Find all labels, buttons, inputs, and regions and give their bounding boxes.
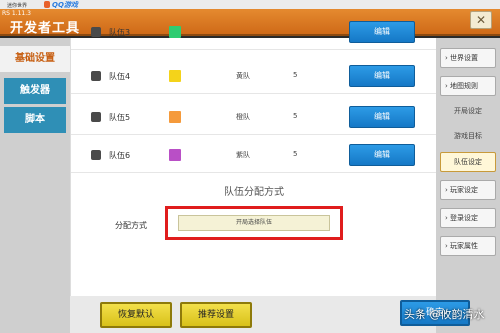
sidebar-item-scripts[interactable]: 脚本: [4, 107, 66, 133]
team-row: 队伍4 黄队 5 编辑: [71, 60, 437, 94]
nav-login-settings[interactable]: › 登录设定: [440, 208, 496, 228]
close-icon: ✕: [475, 13, 487, 27]
team-player-count: 5: [293, 71, 298, 79]
bottom-bar: 恢复默认 推荐设置: [70, 296, 436, 333]
nav-start-settings[interactable]: 开局设定: [440, 102, 496, 122]
right-nav: › 世界设置 › 地图规则 开局设定 游戏目标 队伍设定 › 玩家设定 › 登录…: [436, 38, 500, 333]
nav-game-goal[interactable]: 游戏目标: [440, 127, 496, 147]
team-row: 队伍6 紫队 5 编辑: [71, 139, 437, 173]
team-color-swatch: [169, 70, 181, 82]
nav-label: 世界设置: [450, 54, 479, 62]
team-settings-panel: 队伍3 编辑 队伍4 黄队 5 编辑 队伍5 橙队 5 编辑 队伍6 紫队 5 …: [70, 21, 437, 296]
host-bar: 迷你世界 QQ游戏: [0, 0, 500, 9]
nav-team-settings[interactable]: 队伍设定: [440, 152, 496, 172]
allocation-label: 分配方式: [115, 221, 147, 230]
left-sidebar: 基础设置 触发器 脚本: [0, 38, 70, 333]
watermark: 头条 @攸韵清水: [404, 308, 485, 321]
nav-player-settings[interactable]: › 玩家设定: [440, 180, 496, 200]
team-color-swatch: [169, 149, 181, 161]
team-player-count: 5: [293, 150, 298, 158]
team-checkbox[interactable]: [91, 150, 101, 160]
recommend-settings-button[interactable]: 推荐设置: [180, 302, 252, 328]
close-button[interactable]: ✕: [470, 11, 492, 29]
edit-button[interactable]: 编辑: [349, 144, 415, 166]
team-checkbox[interactable]: [91, 71, 101, 81]
team-row: 队伍5 橙队 5 编辑: [71, 101, 437, 135]
nav-map-rules[interactable]: › 地图规则: [440, 76, 496, 96]
nav-label: 玩家设定: [450, 186, 479, 194]
host-app-text: 迷你世界: [7, 3, 28, 9]
qq-game-icon: [44, 1, 50, 8]
window-title: 开发者工具: [10, 21, 81, 36]
restore-default-button[interactable]: 恢复默认: [100, 302, 172, 328]
section-title: 队伍分配方式: [224, 187, 284, 198]
team-color-name: 黄队: [236, 72, 250, 80]
team-color-name: 橙队: [236, 113, 250, 121]
highlight-box: 开局选择队伍: [165, 206, 343, 240]
team-player-count: 5: [293, 112, 298, 120]
sidebar-item-label: 触发器: [20, 85, 50, 96]
nav-world-settings[interactable]: › 世界设置: [440, 48, 496, 68]
team-checkbox[interactable]: [91, 27, 101, 37]
edit-button[interactable]: 编辑: [349, 21, 415, 43]
edit-button[interactable]: 编辑: [349, 65, 415, 87]
nav-player-attributes[interactable]: › 玩家属性: [440, 236, 496, 256]
team-color-swatch: [169, 26, 181, 38]
team-name: 队伍6: [109, 151, 131, 160]
version-label: RS 1.11.3: [2, 10, 31, 17]
sidebar-item-triggers[interactable]: 触发器: [4, 78, 66, 104]
team-row: 队伍3 编辑: [71, 16, 437, 50]
edit-button[interactable]: 编辑: [349, 106, 415, 128]
allocation-method-select[interactable]: 开局选择队伍: [178, 215, 330, 231]
sidebar-item-basic-settings[interactable]: 基础设置: [0, 46, 70, 72]
sidebar-item-label: 基础设置: [15, 53, 55, 64]
nav-label: 地图规则: [450, 82, 479, 90]
team-checkbox[interactable]: [91, 112, 101, 122]
team-color-swatch: [169, 111, 181, 123]
team-name: 队伍4: [109, 72, 131, 81]
nav-label: 玩家属性: [450, 242, 479, 250]
nav-label: 登录设定: [450, 214, 479, 222]
team-name: 队伍3: [109, 28, 131, 37]
team-name: 队伍5: [109, 113, 131, 122]
team-color-name: 紫队: [236, 151, 250, 159]
sidebar-item-label: 脚本: [25, 114, 45, 125]
